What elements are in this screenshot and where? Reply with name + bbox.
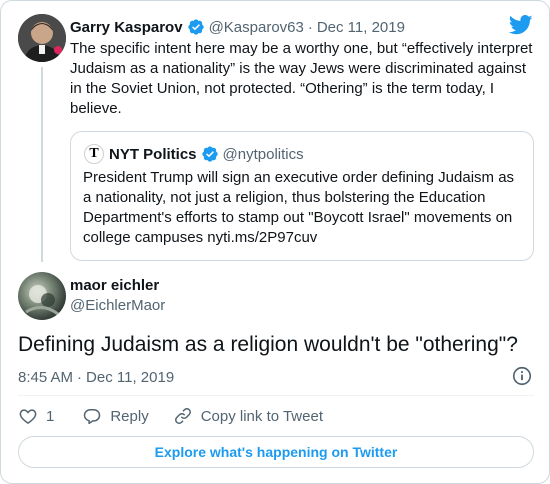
heart-icon <box>19 409 37 424</box>
quoted-tweet-card[interactable]: T NYT Politics @nytpolitics President Tr… <box>70 131 534 261</box>
main-author-name[interactable]: maor eichler <box>70 277 159 294</box>
nyt-logo-avatar: T <box>84 144 104 164</box>
info-icon[interactable] <box>511 365 533 387</box>
maor-eichler-avatar[interactable] <box>18 272 66 320</box>
embedded-tweet-card: Garry Kasparov @Kasparov63 · Dec 11, 201… <box>0 0 550 484</box>
link-icon <box>174 408 191 424</box>
parent-author-handle[interactable]: @Kasparov63 <box>209 19 304 36</box>
parent-tweet-header: Garry Kasparov @Kasparov63 · Dec 11, 201… <box>70 17 405 37</box>
tweet-actions-bar: 1 Reply Copy link to Tweet <box>18 405 323 427</box>
actions-divider <box>18 395 534 396</box>
timestamp-separator: · <box>77 368 83 386</box>
parent-tweet-date[interactable]: Dec 11, 2019 <box>317 19 405 36</box>
main-author-handle[interactable]: @EichlerMaor <box>70 297 165 314</box>
copy-link-label: Copy link to Tweet <box>200 407 323 425</box>
copy-link-button[interactable]: Copy link to Tweet <box>173 406 323 426</box>
tweet-date[interactable]: Dec 11, 2019 <box>86 369 174 386</box>
thread-connector-line <box>41 67 43 262</box>
header-separator: · <box>307 18 313 36</box>
like-button[interactable]: 1 <box>18 406 54 426</box>
garry-kasparov-avatar[interactable] <box>18 14 66 62</box>
parent-author-name[interactable]: Garry Kasparov <box>70 19 183 36</box>
reply-label: Reply <box>110 407 149 425</box>
verified-badge-icon <box>201 146 218 162</box>
tweet-time[interactable]: 8:45 AM <box>18 369 73 386</box>
like-count: 1 <box>46 407 55 425</box>
tweet-timestamp[interactable]: 8:45 AM · Dec 11, 2019 <box>18 367 174 387</box>
quoted-author-handle: @nytpolitics <box>222 145 304 163</box>
quoted-tweet-header: NYT Politics @nytpolitics <box>109 144 304 164</box>
verified-badge-icon <box>187 19 204 35</box>
main-tweet-text: Defining Judaism as a religion wouldn't … <box>18 333 518 356</box>
reply-button[interactable]: Reply <box>82 406 149 426</box>
parent-tweet-text: The specific intent here may be a worthy… <box>70 40 533 117</box>
quoted-tweet-text: President Trump will sign an executive o… <box>83 169 515 246</box>
quoted-author-name: NYT Politics <box>109 145 197 163</box>
reply-icon <box>84 409 101 425</box>
explore-twitter-button[interactable]: Explore what's happening on Twitter <box>18 436 534 468</box>
twitter-logo-icon[interactable] <box>509 15 533 35</box>
